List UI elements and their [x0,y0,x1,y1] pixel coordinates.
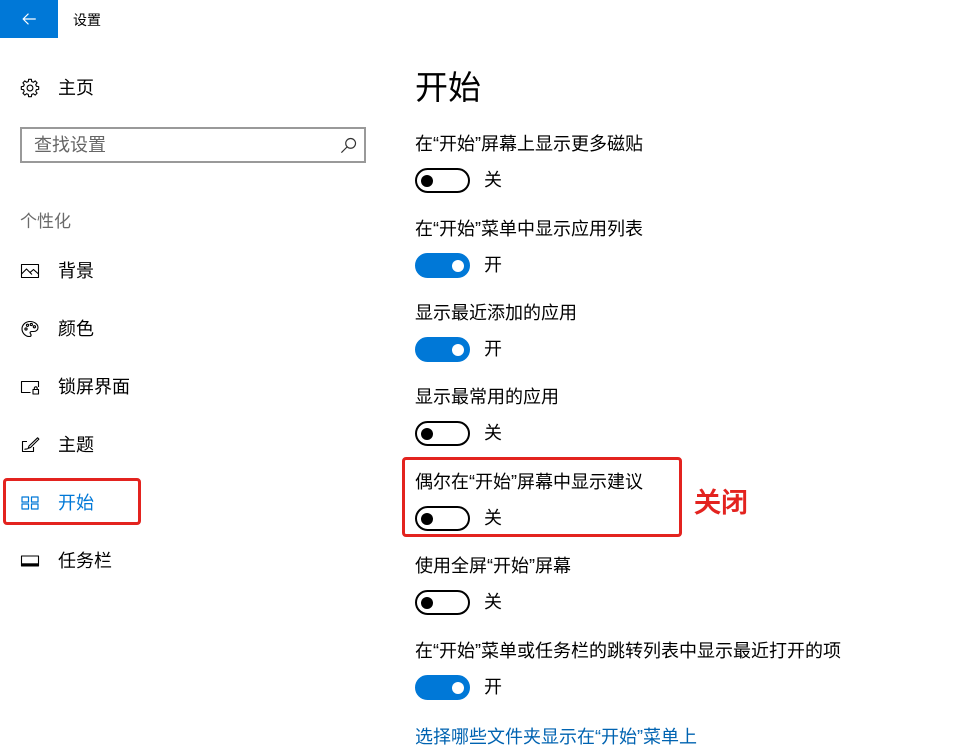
choose-folders-link[interactable]: 选择哪些文件夹显示在“开始”菜单上 [415,725,697,749]
setting-recently-added: 显示最近添加的应用 开 [415,301,915,365]
toggle-suggestions[interactable] [415,506,470,531]
start-tiles-icon [21,496,39,510]
toggle-state-label: 关 [484,170,502,190]
setting-label: 显示最近添加的应用 [415,303,577,323]
toggle-knob [421,596,433,609]
sidebar-item-label: 锁屏界面 [58,377,130,397]
toggle-state-label: 开 [484,677,502,697]
search-icon [340,137,356,153]
back-button[interactable] [0,0,58,38]
toggle-more-tiles[interactable] [415,168,470,193]
setting-label: 显示最常用的应用 [415,387,559,407]
toggle-row: 关 [415,506,502,531]
toggle-state-label: 关 [484,508,502,528]
theme-icon [21,437,40,453]
annotation-callout-text: 关闭 [694,488,748,518]
sidebar-item-label: 颜色 [58,319,94,339]
search-button[interactable] [337,134,359,156]
toggle-state-label: 开 [484,339,502,359]
sidebar-item-background[interactable]: 背景 [0,251,380,291]
sidebar-item-lock-screen[interactable]: 锁屏界面 [0,367,380,407]
toggle-state-label: 关 [484,592,502,612]
sidebar-item-label: 任务栏 [58,551,112,571]
toggle-row: 开 [415,337,502,362]
toggle-knob [421,174,433,187]
sidebar-item-themes[interactable]: 主题 [0,425,380,465]
toggle-knob [421,427,433,440]
toggle-row: 关 [415,168,502,193]
section-heading-personalization: 个性化 [20,212,71,231]
toggle-knob [452,681,464,694]
toggle-row: 关 [415,590,502,615]
setting-full-screen-start: 使用全屏“开始”屏幕 关 [415,554,915,618]
setting-label: 在“开始”菜单中显示应用列表 [415,219,643,239]
sidebar-item-label: 开始 [58,493,94,513]
lock-screen-icon [20,380,40,395]
setting-suggestions: 偶尔在“开始”屏幕中显示建议 关 [415,470,915,534]
toggle-state-label: 关 [484,423,502,443]
setting-label: 偶尔在“开始”屏幕中显示建议 [415,472,643,492]
toggle-recently-added[interactable] [415,337,470,362]
setting-more-tiles: 在“开始”屏幕上显示更多磁贴 关 [415,132,915,196]
sidebar-item-label: 背景 [58,261,94,281]
toggle-recent-items-jump-lists[interactable] [415,675,470,700]
setting-label: 在“开始”菜单或任务栏的跳转列表中显示最近打开的项 [415,641,841,661]
setting-label: 在“开始”屏幕上显示更多磁贴 [415,134,643,154]
gear-icon [20,78,40,98]
window-title: 设置 [73,12,101,28]
back-arrow-icon [22,13,36,25]
toggle-app-list[interactable] [415,253,470,278]
setting-recent-items-jump-lists: 在“开始”菜单或任务栏的跳转列表中显示最近打开的项 开 [415,639,915,703]
sidebar-item-home[interactable]: 主页 [0,68,380,108]
toggle-knob [452,259,464,272]
toggle-row: 关 [415,421,502,446]
page-title: 开始 [415,69,481,106]
toggle-row: 开 [415,253,502,278]
sidebar-item-taskbar[interactable]: 任务栏 [0,541,380,581]
palette-icon [21,320,39,338]
toggle-most-used[interactable] [415,421,470,446]
setting-label: 使用全屏“开始”屏幕 [415,556,571,576]
toggle-full-screen-start[interactable] [415,590,470,615]
toggle-knob [421,512,433,525]
taskbar-icon [20,555,40,567]
sidebar-item-start[interactable]: 开始 [0,483,380,523]
search-box [20,127,366,163]
sidebar-item-label: 主页 [58,78,94,98]
toggle-row: 开 [415,675,502,700]
search-input[interactable] [22,129,322,161]
toggle-state-label: 开 [484,255,502,275]
picture-icon [20,263,40,279]
setting-app-list: 在“开始”菜单中显示应用列表 开 [415,217,915,281]
sidebar-item-label: 主题 [58,435,94,455]
toggle-knob [452,343,464,356]
sidebar-item-colors[interactable]: 颜色 [0,309,380,349]
setting-most-used: 显示最常用的应用 关 [415,385,915,449]
